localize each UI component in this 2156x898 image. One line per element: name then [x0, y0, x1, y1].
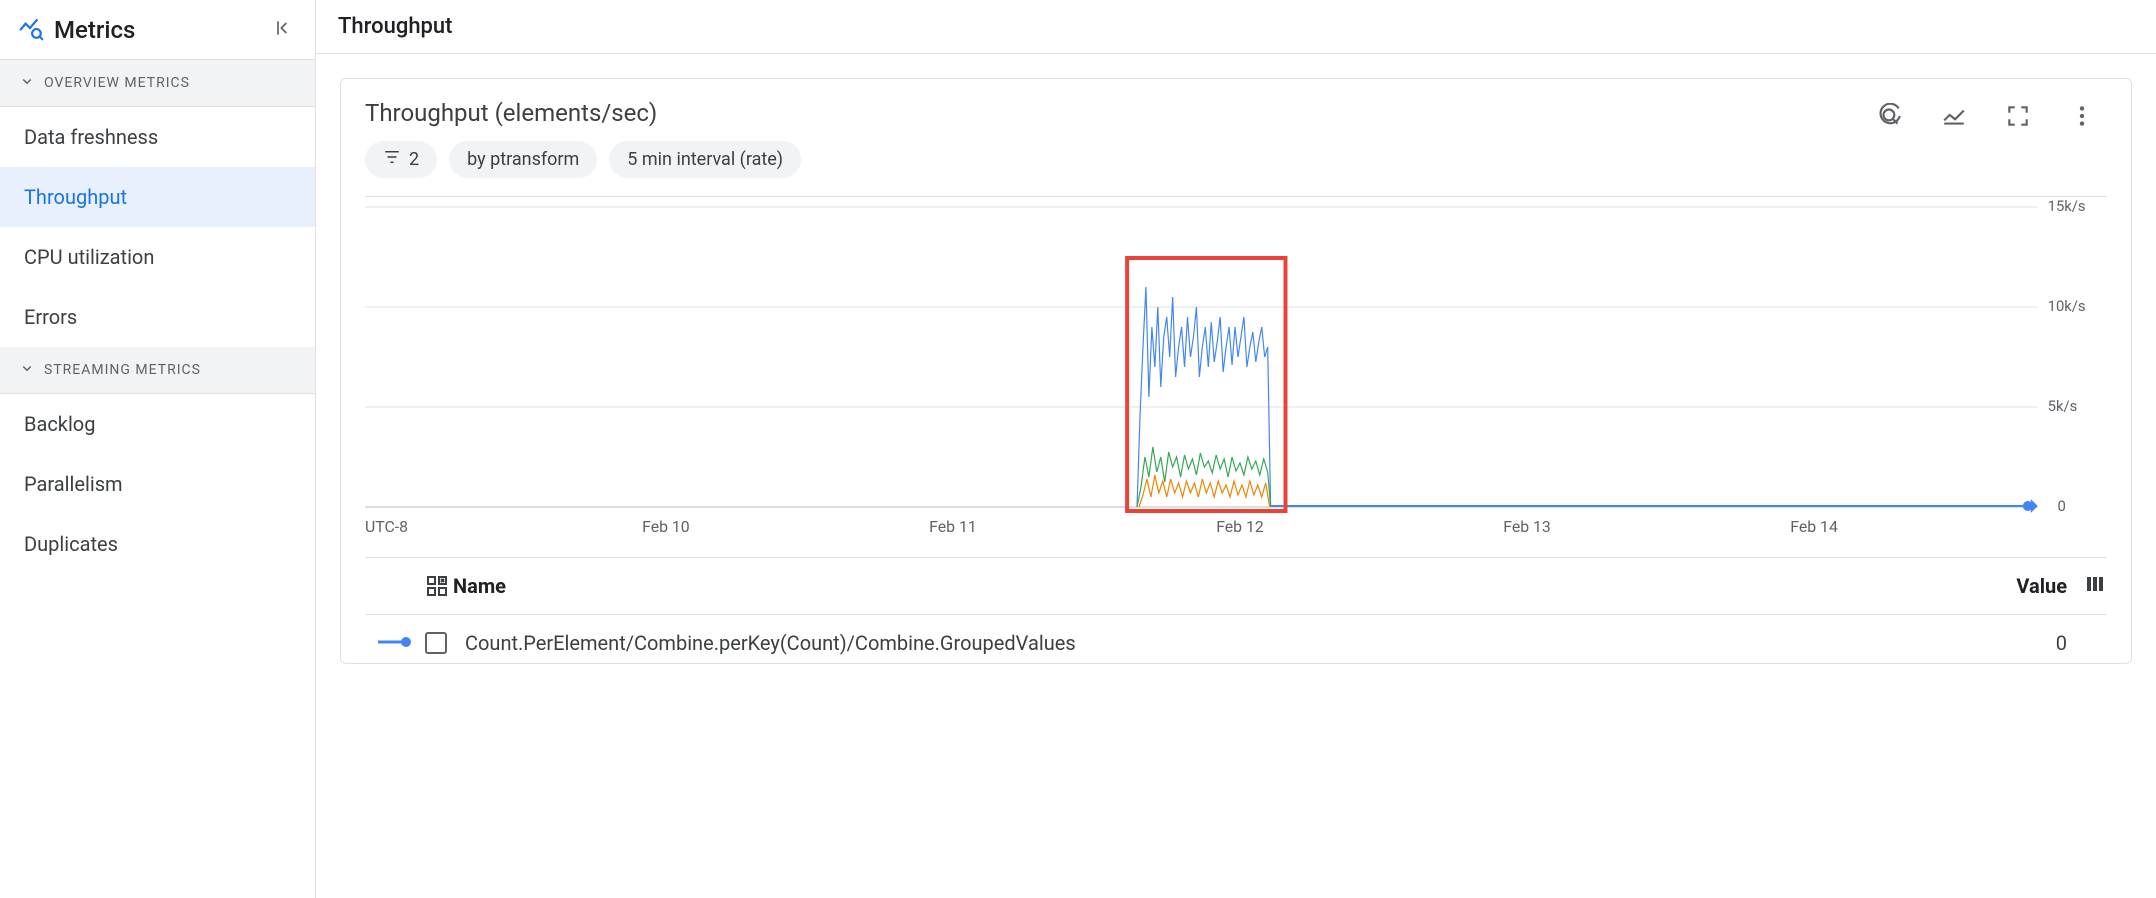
sidebar-item-throughput[interactable]: Throughput: [0, 167, 315, 227]
sidebar-item-cpu-utilization[interactable]: CPU utilization: [0, 227, 315, 287]
x-tick-label: Feb 12: [1216, 517, 1264, 536]
sidebar-item-parallelism[interactable]: Parallelism: [0, 454, 315, 514]
sidebar-item-label: Backlog: [24, 412, 95, 436]
chip-filter[interactable]: 2: [365, 141, 437, 178]
metrics-icon: [18, 15, 44, 45]
section-header-streaming[interactable]: STREAMING METRICS: [0, 347, 315, 394]
sidebar-header: Metrics: [0, 0, 315, 60]
y-tick-label: 15k/s: [2048, 197, 2086, 215]
sidebar-item-label: Data freshness: [24, 125, 158, 149]
sidebar-title-wrap: Metrics: [18, 15, 135, 45]
chip-label: 2: [409, 149, 419, 170]
x-axis-label: UTC-8: [365, 517, 408, 536]
chip-label: by ptransform: [467, 149, 579, 170]
th-name[interactable]: Name: [453, 574, 1967, 598]
chart[interactable]: 15k/s 10k/s 5k/s 0 UTC-8 Feb 10 Feb 11 F…: [365, 196, 2107, 547]
columns-icon[interactable]: [2067, 572, 2107, 600]
sidebar-item-duplicates[interactable]: Duplicates: [0, 514, 315, 574]
sidebar: Metrics OVERVIEW METRICS Data freshness …: [0, 0, 316, 898]
fullscreen-button[interactable]: [2001, 99, 2035, 136]
content: Throughput (elements/sec) 2 by ptransfor…: [316, 54, 2156, 898]
chart-card: Throughput (elements/sec) 2 by ptransfor…: [340, 78, 2132, 664]
sidebar-item-label: Errors: [24, 305, 77, 329]
row-checkbox[interactable]: [425, 632, 465, 654]
y-tick-label: 5k/s: [2048, 397, 2078, 415]
chips: 2 by ptransform 5 min interval (rate): [365, 141, 801, 178]
chip-interval[interactable]: 5 min interval (rate): [609, 141, 801, 178]
sidebar-item-errors[interactable]: Errors: [0, 287, 315, 347]
x-tick-label: Feb 13: [1503, 517, 1551, 536]
td-value: 0: [1967, 631, 2067, 655]
sidebar-item-label: Duplicates: [24, 532, 118, 556]
table-row[interactable]: Count.PerElement/Combine.perKey(Count)/C…: [365, 615, 2107, 663]
table-header: Name Value: [365, 557, 2107, 615]
chip-group-by[interactable]: by ptransform: [449, 141, 597, 178]
more-options-button[interactable]: [2065, 99, 2099, 136]
x-tick-label: Feb 14: [1790, 517, 1838, 536]
y-tick-label: 0: [2058, 497, 2066, 515]
sidebar-item-label: Parallelism: [24, 472, 123, 496]
td-name: Count.PerElement/Combine.perKey(Count)/C…: [465, 631, 1967, 655]
filter-icon: [383, 148, 401, 171]
section-label: STREAMING METRICS: [44, 362, 201, 378]
card-header: Throughput (elements/sec) 2 by ptransfor…: [365, 99, 2107, 196]
chevron-down-icon: [18, 72, 36, 94]
x-tick-label: Feb 11: [929, 517, 977, 536]
sidebar-item-backlog[interactable]: Backlog: [0, 394, 315, 454]
series-swatch: [365, 634, 425, 653]
card-header-left: Throughput (elements/sec) 2 by ptransfor…: [365, 99, 801, 196]
card-title: Throughput (elements/sec): [365, 99, 801, 127]
section-label: OVERVIEW METRICS: [44, 75, 190, 91]
th-value[interactable]: Value: [1967, 574, 2067, 598]
card-actions: [1873, 99, 2107, 136]
section-header-overview[interactable]: OVERVIEW METRICS: [0, 60, 315, 107]
collapse-sidebar-button[interactable]: [269, 14, 297, 45]
y-tick-label: 10k/s: [2048, 297, 2086, 315]
sidebar-title: Metrics: [54, 16, 135, 44]
legend-toggle-button[interactable]: [1937, 99, 1971, 136]
sidebar-item-data-freshness[interactable]: Data freshness: [0, 107, 315, 167]
main-header: Throughput: [316, 0, 2156, 54]
category-icon[interactable]: [425, 574, 453, 598]
main: Throughput Throughput (elements/sec) 2: [316, 0, 2156, 898]
x-tick-label: Feb 10: [642, 517, 690, 536]
page-title: Throughput: [338, 14, 2134, 39]
chip-label: 5 min interval (rate): [627, 149, 783, 170]
reset-zoom-button[interactable]: [1873, 99, 1907, 136]
sidebar-item-label: Throughput: [24, 185, 127, 209]
chevron-down-icon: [18, 359, 36, 381]
sidebar-item-label: CPU utilization: [24, 245, 154, 269]
